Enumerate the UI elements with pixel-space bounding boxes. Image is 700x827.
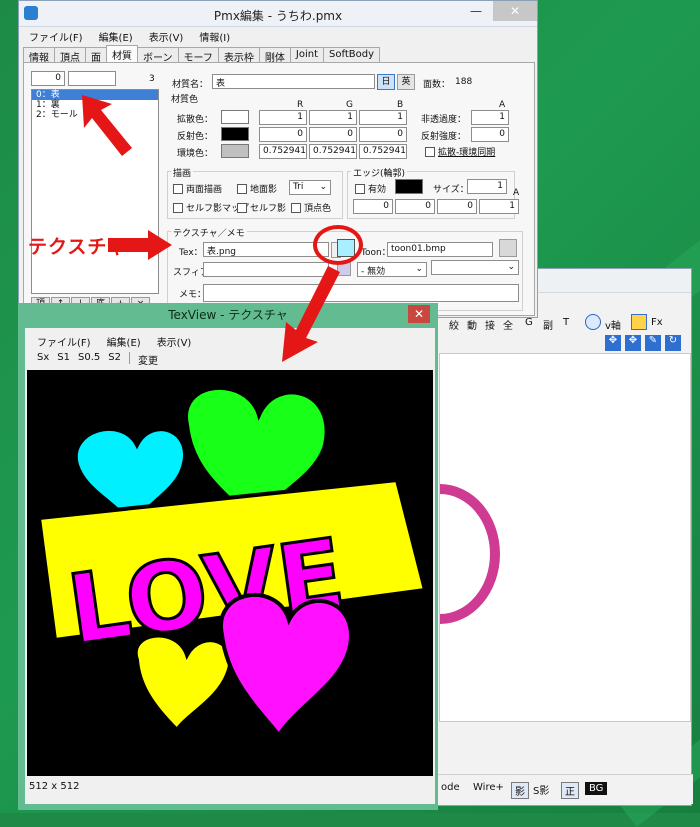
arrow-to-texview: [282, 266, 340, 362]
tex-button-highlight-circle: [313, 225, 363, 265]
arrow-to-material: [82, 95, 132, 156]
tab-material[interactable]: 材質: [106, 45, 138, 62]
annotation-arrows: [82, 95, 340, 362]
arrow-to-tex-field: [108, 230, 172, 260]
